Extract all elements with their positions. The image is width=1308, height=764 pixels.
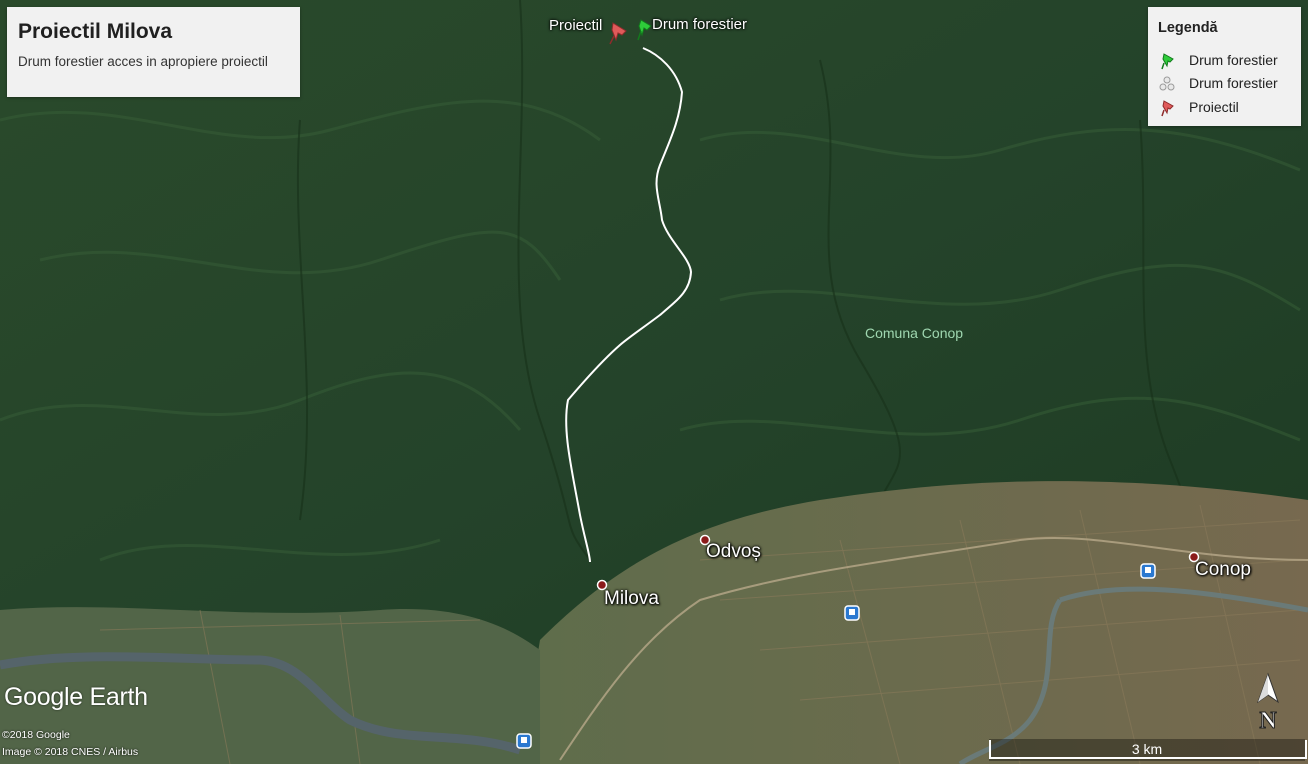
path-nodes-icon	[1159, 76, 1175, 91]
compass-label: N	[1259, 708, 1277, 734]
station-icon[interactable]	[516, 733, 532, 749]
place-label-odvos[interactable]: Odvoș	[706, 541, 761, 563]
legend-item-label: Drum forestier	[1189, 52, 1278, 68]
copyright-imagery: Image © 2018 CNES / Airbus	[2, 746, 139, 758]
tour-title-panel: Proiectil Milova Drum forestier acces in…	[7, 7, 300, 97]
google-earth-logo: Google Earth	[4, 683, 148, 711]
green-pushpin-icon	[1161, 53, 1174, 70]
copyright-google: ©2018 Google	[2, 729, 70, 741]
red-pushpin-icon	[1161, 100, 1174, 117]
page-subtitle: Drum forestier acces in apropiere proiec…	[18, 54, 268, 69]
legend-panel: Legendă Drum forestier Drum forestier Pr…	[1148, 7, 1301, 126]
legend-item-proiectil: Proiectil	[1158, 98, 1298, 118]
scale-bar: 3 km	[989, 739, 1307, 761]
drum-forestier-pin-label[interactable]: Drum forestier	[652, 16, 747, 33]
legend-item-label: Drum forestier	[1189, 75, 1278, 91]
place-label-milova[interactable]: Milova	[604, 588, 659, 610]
north-compass-icon[interactable]: N	[1254, 672, 1282, 734]
legend-item-drum-forestier-path: Drum forestier	[1158, 74, 1298, 94]
legend-item-label: Proiectil	[1189, 99, 1239, 115]
place-label-conop[interactable]: Conop	[1195, 559, 1251, 581]
proiectil-pin-label[interactable]: Proiectil	[549, 17, 602, 34]
legend-title: Legendă	[1158, 20, 1218, 36]
station-icon[interactable]	[1140, 563, 1156, 579]
satellite-map[interactable]	[0, 0, 1308, 764]
station-icon[interactable]	[844, 605, 860, 621]
page-title: Proiectil Milova	[18, 20, 173, 43]
place-label-comuna-conop[interactable]: Comuna Conop	[865, 325, 963, 341]
legend-item-drum-forestier-pin: Drum forestier	[1158, 51, 1298, 71]
scale-label: 3 km	[1131, 741, 1163, 757]
